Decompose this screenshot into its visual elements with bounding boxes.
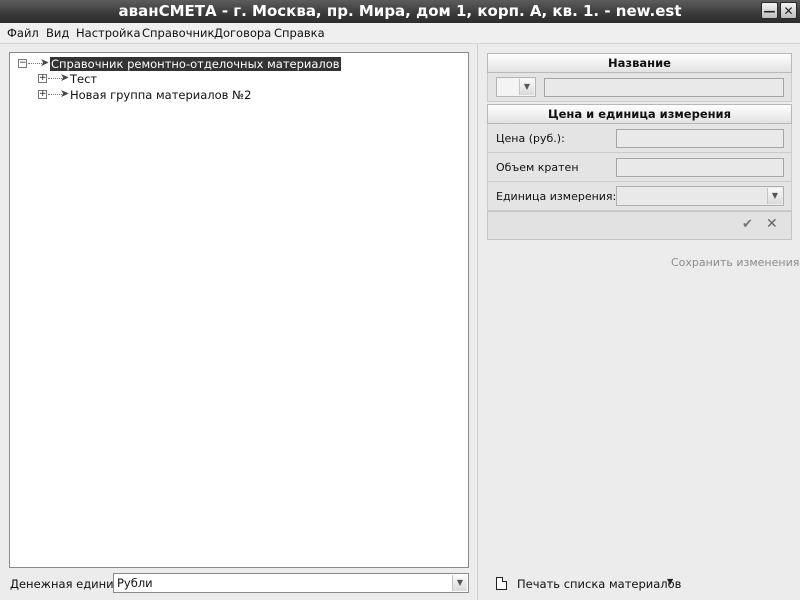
price-section-header: Цена и единица измерения	[487, 104, 792, 124]
title-bar: аванСМЕТА - г. Москва, пр. Мира, дом 1, …	[0, 0, 800, 23]
tree-node-test[interactable]: + ➤ Тест	[38, 71, 458, 86]
dropdown-arrow-icon[interactable]: ▼	[667, 577, 673, 586]
materials-tree[interactable]: − ➤ Справочник ремонтно-отделочных матер…	[9, 52, 469, 568]
expand-icon[interactable]: +	[38, 74, 47, 83]
save-changes-link[interactable]: Сохранить изменения	[671, 256, 799, 269]
multiple-field[interactable]	[616, 158, 784, 177]
node-arrow-icon: ➤	[40, 56, 50, 69]
chevron-down-icon[interactable]: ▼	[767, 188, 782, 204]
name-section-header: Название	[487, 53, 792, 73]
panel-splitter[interactable]	[477, 44, 478, 600]
multiple-row: Объем кратен	[487, 153, 792, 182]
currency-select[interactable]: Рубли ▼	[113, 573, 469, 593]
print-label: Печать списка материалов	[517, 577, 682, 591]
menu-view[interactable]: Вид	[46, 26, 69, 40]
unit-row: Единица измерения: ▼	[487, 182, 792, 211]
tree-node-label[interactable]: Справочник ремонтно-отделочных материало…	[50, 57, 341, 71]
price-row: Цена (руб.):	[487, 124, 792, 153]
node-arrow-icon: ➤	[60, 87, 70, 100]
tree-node-label[interactable]: Тест	[70, 72, 97, 86]
currency-value: Рубли	[117, 576, 153, 590]
window-title: аванСМЕТА - г. Москва, пр. Мира, дом 1, …	[118, 2, 682, 20]
document-icon	[496, 577, 507, 590]
menu-settings[interactable]: Настройка	[76, 26, 141, 40]
menu-bar: Файл Вид Настройка Справочник Договора С…	[0, 23, 800, 44]
node-arrow-icon: ➤	[60, 71, 70, 84]
menu-contracts[interactable]: Договора	[214, 26, 271, 40]
tree-node-root[interactable]: − ➤ Справочник ремонтно-отделочных матер…	[18, 56, 458, 71]
tree-node-group2[interactable]: + ➤ Новая группа материалов №2	[38, 87, 458, 102]
edit-action-bar: ✔ ✕	[487, 211, 792, 240]
collapse-icon[interactable]: −	[18, 59, 27, 68]
unit-label: Единица измерения:	[496, 190, 617, 203]
close-icon[interactable]: ✕	[780, 2, 797, 19]
expand-icon[interactable]: +	[38, 90, 47, 99]
unit-select[interactable]: ▼	[616, 186, 784, 206]
name-row: ▼	[487, 73, 792, 102]
tree-node-label[interactable]: Новая группа материалов №2	[70, 88, 251, 102]
minimize-icon[interactable]: —	[761, 2, 778, 19]
menu-help[interactable]: Справка	[274, 26, 325, 40]
name-field[interactable]	[544, 78, 784, 97]
menu-file[interactable]: Файл	[7, 26, 39, 40]
menu-reference[interactable]: Справочник	[142, 26, 214, 40]
price-label: Цена (руб.):	[496, 132, 565, 145]
price-field[interactable]	[616, 129, 784, 148]
close-x-icon[interactable]: ✕	[766, 216, 778, 232]
chevron-down-icon[interactable]: ▼	[519, 79, 534, 95]
check-icon[interactable]: ✔	[742, 217, 753, 232]
item-type-select[interactable]: ▼	[496, 77, 536, 97]
multiple-label: Объем кратен	[496, 161, 579, 174]
chevron-down-icon[interactable]: ▼	[452, 575, 467, 591]
